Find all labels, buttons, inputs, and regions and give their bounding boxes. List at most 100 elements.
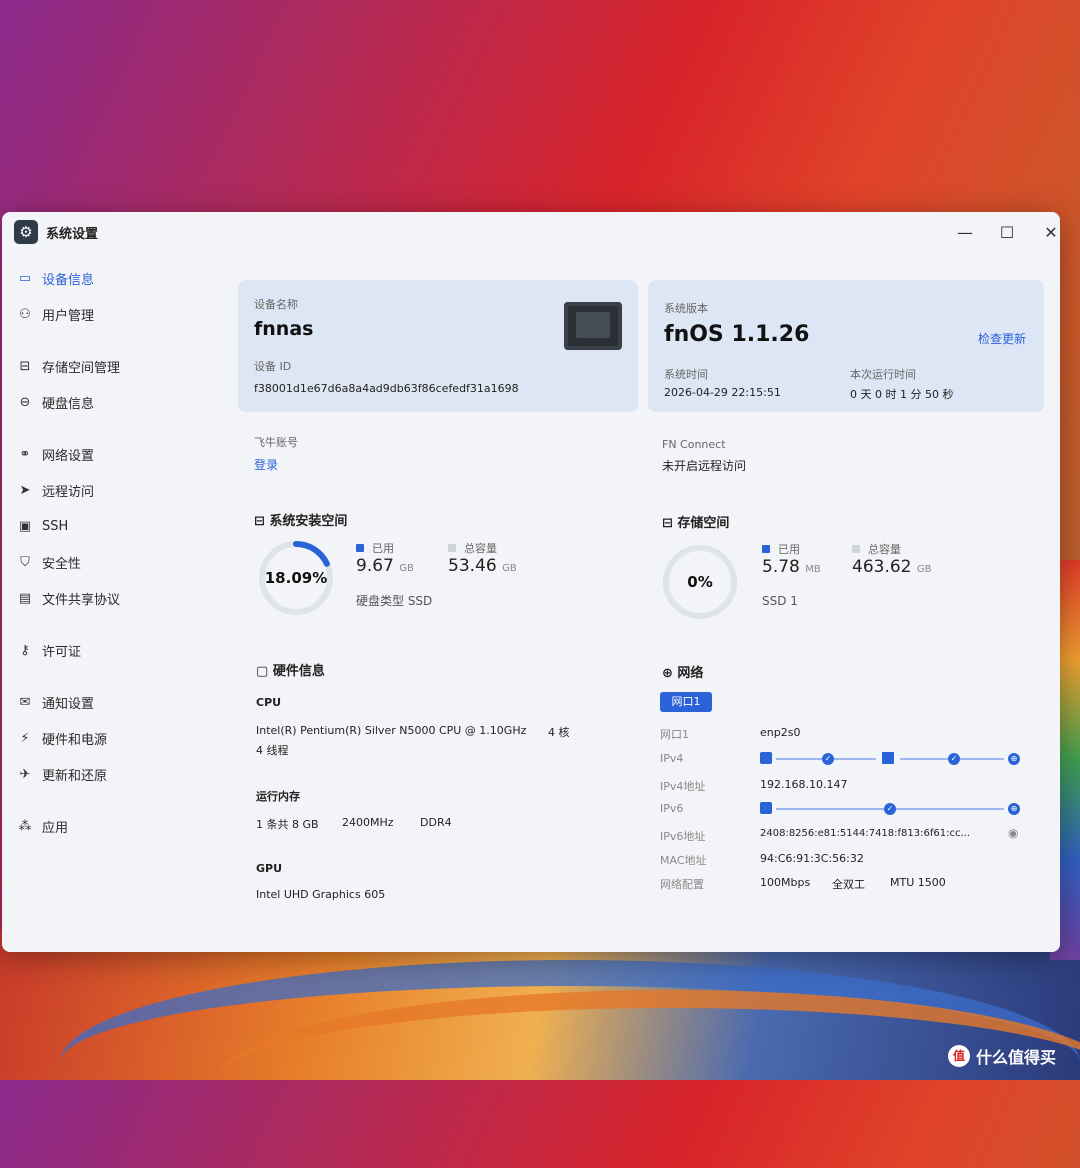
memory-count: 1 条共 8 GB — [256, 818, 319, 831]
gpu-model: Intel UHD Graphics 605 — [256, 888, 386, 901]
storage-ssd-count: SSD 1 — [762, 594, 798, 608]
sys-total-label: 总容量 — [464, 542, 497, 555]
hardware-title-text: 硬件信息 — [272, 664, 325, 679]
sidebar-item-label: 更新和还原 — [42, 768, 108, 784]
sidebar-item-update[interactable]: ✈ 更新和还原 — [16, 760, 212, 788]
sidebar-item-power[interactable]: ⚡ 硬件和电源 — [16, 724, 212, 752]
sidebar-item-label: 用户管理 — [42, 308, 95, 324]
sys-space-title-text: 系统安装空间 — [269, 514, 348, 529]
sidebar-item-file-sharing[interactable]: ▤ 文件共享协议 — [16, 584, 212, 612]
ipv6-address-label: IPv6地址 — [660, 830, 706, 843]
mac-value: 94:C6:91:3C:56:32 — [760, 852, 864, 865]
port-value: enp2s0 — [760, 726, 801, 739]
network-title: ⊕ 网络 — [662, 662, 703, 681]
gear-icon: ⚙ — [14, 220, 38, 244]
nas-device-icon — [564, 302, 622, 350]
memory-frequency: 2400MHz — [342, 816, 394, 829]
minimize-button[interactable]: — — [954, 222, 976, 244]
sidebar-item-remote[interactable]: ➤ 远程访问 — [16, 476, 212, 504]
fn-connect-status: 未开启远程访问 — [662, 459, 747, 473]
sys-total-value: 53.46 GB — [448, 556, 517, 576]
terminal-icon: ▣ — [18, 518, 32, 534]
sidebar-item-label: 硬盘信息 — [42, 396, 95, 412]
window-title: 系统设置 — [46, 227, 99, 242]
port-label: 网口1 — [660, 728, 689, 741]
file-icon: ▤ — [18, 590, 32, 606]
device-id-label: 设备 ID — [254, 360, 292, 373]
close-button[interactable]: ✕ — [1040, 222, 1060, 244]
disk-icon: ⊟ — [254, 514, 270, 529]
sidebar-item-label: 设备信息 — [42, 272, 95, 288]
globe-icon: ⊕ — [1008, 803, 1020, 815]
total-legend-dot — [448, 544, 456, 552]
storage-title: ⊟ 存储空间 — [662, 512, 729, 531]
check-icon: ✓ — [822, 753, 834, 765]
sidebar-item-label: 硬件和电源 — [42, 732, 108, 748]
sidebar-item-network[interactable]: ⚭ 网络设置 — [16, 440, 212, 468]
sidebar-item-storage[interactable]: ⊟ 存储空间管理 — [16, 352, 212, 380]
sidebar-item-license[interactable]: ⚷ 许可证 — [16, 636, 212, 664]
uptime-label: 本次运行时间 — [850, 368, 916, 381]
network-title-text: 网络 — [677, 666, 704, 681]
net-mtu: MTU 1500 — [890, 876, 946, 889]
power-icon: ⚡ — [20, 730, 30, 746]
sidebar-item-security[interactable]: ⛉ 安全性 — [16, 548, 212, 576]
storage-icon: ⊟ — [19, 358, 31, 374]
sidebar-item-disk[interactable]: ⊖ 硬盘信息 — [16, 388, 212, 416]
ipv4-label: IPv4 — [660, 752, 684, 765]
cpu-label: CPU — [256, 696, 282, 709]
watermark: 值 什么值得买 — [948, 1044, 1056, 1068]
sidebar-item-label: 远程访问 — [42, 484, 95, 500]
system-time: 2026-04-29 22:15:51 — [664, 386, 781, 399]
sidebar-item-notifications[interactable]: ✉ 通知设置 — [16, 688, 212, 716]
sys-space-title: ⊟ 系统安装空间 — [254, 510, 347, 529]
sidebar-item-label: 安全性 — [42, 556, 82, 572]
net-config-label: 网络配置 — [660, 878, 704, 891]
tab-port-1[interactable]: 网口1 — [660, 692, 712, 712]
system-card: 系统版本 fnOS 1.1.26 检查更新 系统时间 2026-04-29 22… — [648, 280, 1044, 412]
fn-connect-label: FN Connect — [662, 438, 726, 451]
used-legend-dot — [356, 544, 364, 552]
check-update-link[interactable]: 检查更新 — [978, 330, 1026, 347]
device-card: 设备名称 fnnas 设备 ID f38001d1e67d6a8a4ad9db6… — [238, 280, 638, 412]
system-time-label: 系统时间 — [664, 368, 708, 381]
ipv6-label: IPv6 — [660, 802, 684, 815]
net-speed: 100Mbps — [760, 876, 811, 889]
ipv4-address-label: IPv4地址 — [660, 780, 706, 793]
sidebar-item-label: 通知设置 — [42, 696, 95, 712]
globe-icon: ⊕ — [1008, 753, 1020, 765]
storage-total-label: 总容量 — [868, 543, 901, 556]
system-version-label: 系统版本 — [664, 302, 708, 315]
storage-used-legend-dot — [762, 545, 770, 553]
cpu-threads: 4 线程 — [256, 744, 289, 757]
uptime: 0 天 0 时 1 分 50 秒 — [850, 388, 954, 401]
title-bar: ⚙ 系统设置 — ☐ ✕ — [2, 212, 1060, 252]
disk-icon: ⊖ — [19, 394, 31, 410]
disk-type: 硬盘类型 SSD — [356, 594, 433, 608]
server-icon — [760, 802, 772, 814]
maximize-button[interactable]: ☐ — [996, 222, 1018, 244]
sidebar-item-label: 文件共享协议 — [42, 592, 121, 608]
device-name-label: 设备名称 — [254, 298, 298, 311]
storage-total-legend-dot — [852, 545, 860, 553]
sidebar-item-device-info[interactable]: ▭ 设备信息 — [16, 264, 212, 292]
sidebar-item-apps[interactable]: ⁂ 应用 — [16, 812, 212, 840]
sys-used-label: 已用 — [372, 542, 394, 555]
sidebar-item-users[interactable]: ⚇ 用户管理 — [16, 300, 212, 328]
key-icon: ⚷ — [20, 642, 30, 658]
server-icon — [760, 752, 772, 764]
account-label: 飞牛账号 — [254, 436, 298, 449]
eye-icon[interactable]: ◉ — [1008, 826, 1018, 840]
login-link[interactable]: 登录 — [254, 456, 278, 473]
storage-icon: ⊟ — [662, 516, 678, 531]
storage-used-value: 5.78 MB — [762, 557, 821, 577]
wallpaper-swirl-2 — [220, 990, 1080, 1168]
gpu-label: GPU — [256, 862, 283, 875]
sidebar-item-ssh[interactable]: ▣ SSH — [16, 512, 212, 540]
shield-icon: ⛉ — [20, 554, 30, 570]
check-icon: ✓ — [948, 753, 960, 765]
mail-icon: ✉ — [19, 694, 31, 710]
users-icon: ⚇ — [19, 306, 31, 322]
router-icon — [882, 752, 894, 764]
storage-total-value: 463.62 GB — [852, 557, 932, 577]
